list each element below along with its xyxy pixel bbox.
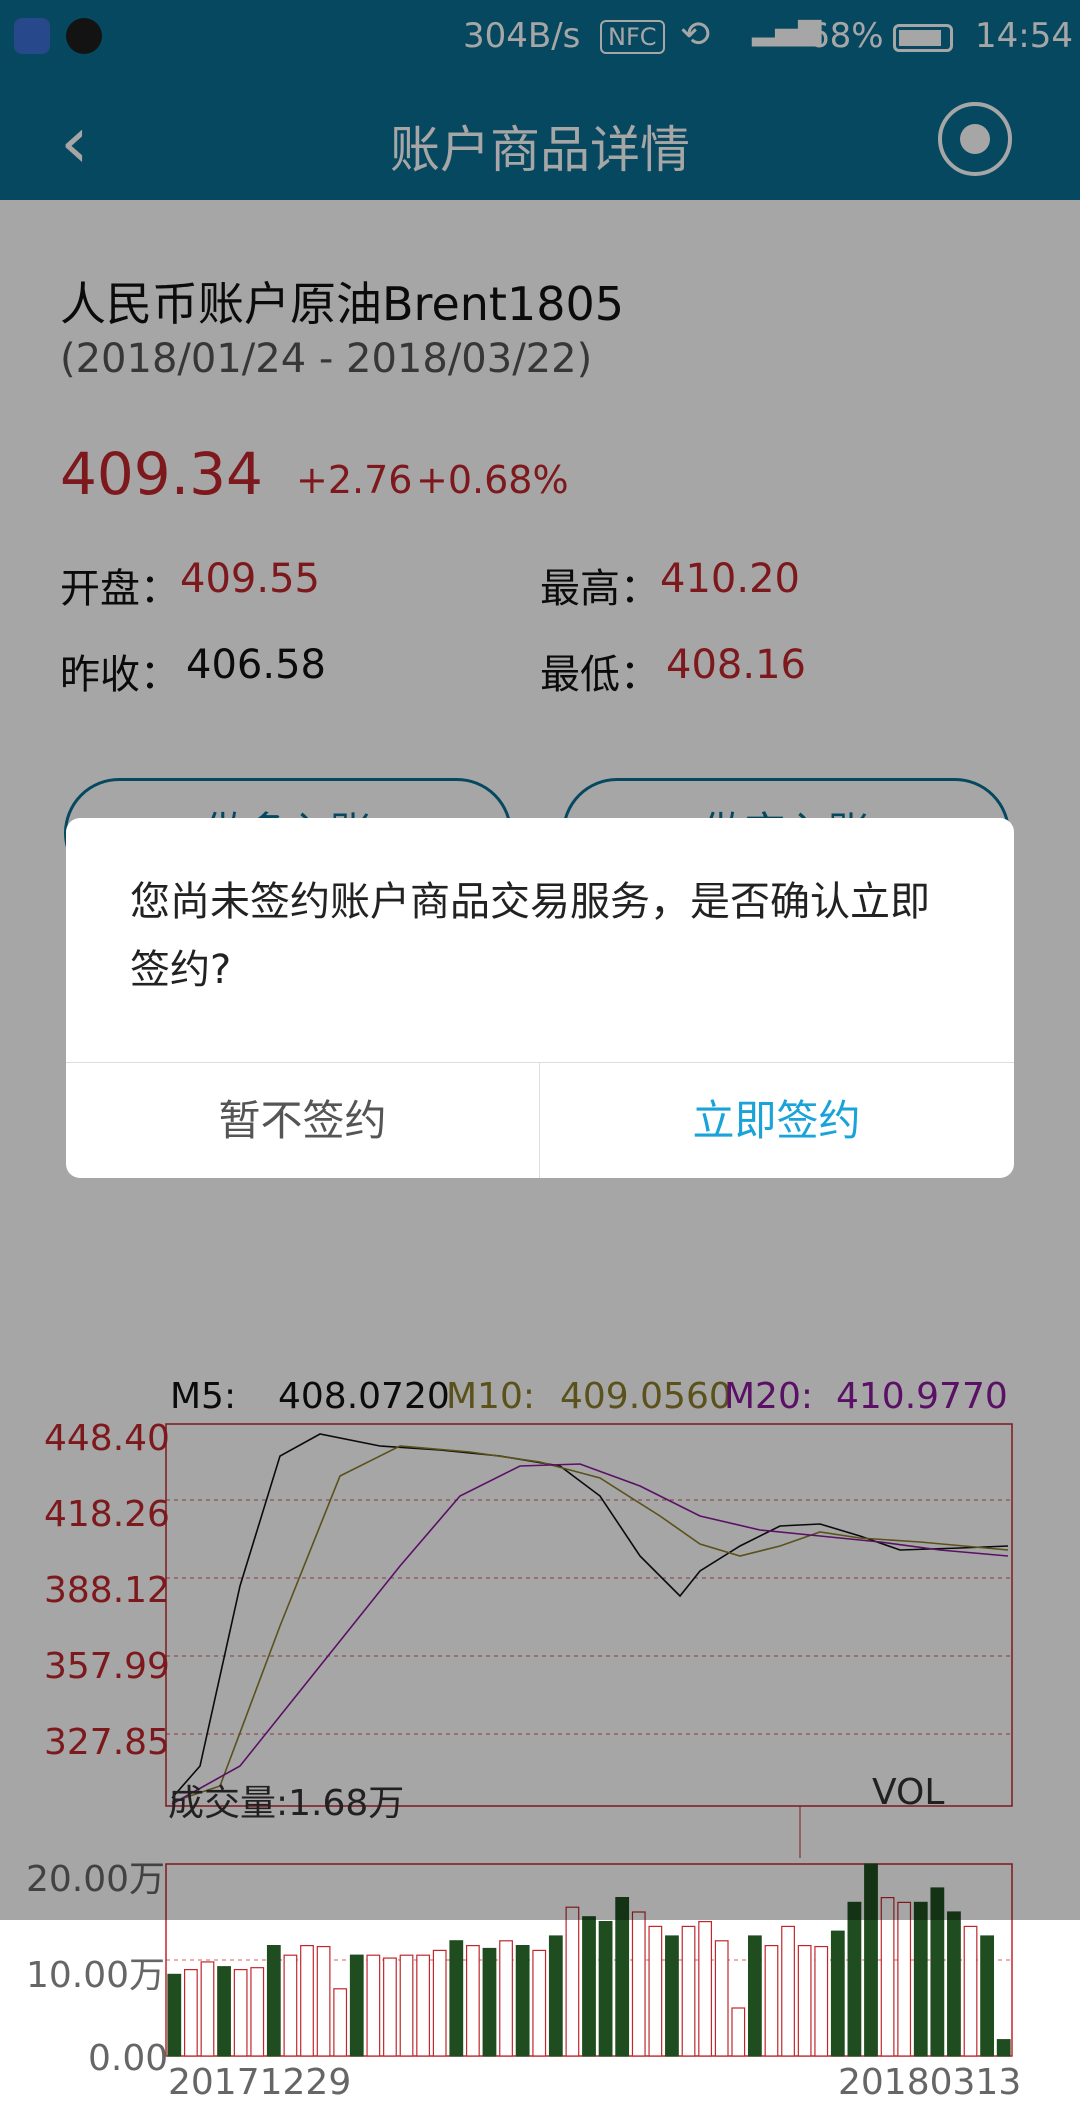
volume-bar	[980, 1935, 995, 2057]
volume-bar	[565, 1906, 580, 2057]
volume-bar	[432, 1949, 447, 2057]
sign-dialog: 您尚未签约账户商品交易服务，是否确认立即签约? 暂不签约 立即签约	[66, 818, 1014, 1178]
volume-bar	[300, 1944, 314, 2057]
dialog-message: 您尚未签约账户商品交易服务，是否确认立即签约?	[130, 879, 930, 993]
volume-bar	[233, 1968, 248, 2057]
volume-bar	[631, 1911, 646, 2057]
volume-bar	[532, 1949, 547, 2057]
volume-bar	[913, 1901, 928, 2057]
volume-bar	[316, 1945, 331, 2057]
volume-bar	[333, 1988, 348, 2057]
volume-bar	[830, 1930, 845, 2057]
volume-bar	[399, 1954, 414, 2057]
volume-bar	[598, 1920, 613, 2057]
volume-bar	[582, 1916, 596, 2057]
volume-bar	[548, 1935, 563, 2057]
volume-bar	[183, 1968, 198, 2057]
volume-bar	[714, 1940, 729, 2057]
volume-bar	[781, 1925, 795, 2057]
confirm-sign-button[interactable]: 立即签约	[540, 1063, 1013, 1178]
dialog-buttons: 暂不签约 立即签约	[66, 1062, 1014, 1178]
volume-bar	[349, 1954, 364, 2057]
x-label-end: 20180313	[838, 2062, 1022, 2103]
volume-bar	[764, 1944, 779, 2057]
volume-bar	[648, 1925, 663, 2057]
volume-bar	[814, 1945, 829, 2057]
volume-bar	[996, 2039, 1011, 2057]
volume-bar	[615, 1896, 630, 2057]
volume-bar	[847, 1901, 862, 2057]
volume-bar	[465, 1944, 480, 2057]
volume-bar	[698, 1920, 713, 2057]
volume-bar	[283, 1954, 298, 2057]
volume-bar	[963, 1925, 978, 2057]
volume-bar	[416, 1954, 431, 2057]
volume-bar	[947, 1911, 961, 2057]
vol-tick-label: 0.00	[88, 2038, 169, 2079]
volume-bar	[897, 1901, 912, 2057]
volume-bar	[681, 1925, 696, 2057]
cancel-button[interactable]: 暂不签约	[66, 1063, 540, 1178]
volume-bar	[499, 1940, 513, 2057]
volume-bar	[366, 1954, 381, 2057]
volume-bar	[665, 1935, 679, 2057]
volume-bar	[515, 1944, 530, 2057]
volume-bar	[250, 1967, 265, 2057]
x-label-start: 20171229	[168, 2062, 352, 2103]
volume-bar	[449, 1940, 464, 2057]
volume-bar	[797, 1944, 812, 2057]
volume-bar	[747, 1935, 762, 2057]
volume-bar	[266, 1944, 281, 2057]
volume-bar	[217, 1966, 231, 2057]
volume-bar	[880, 1896, 895, 2057]
volume-bar	[731, 2007, 746, 2057]
volume-bar	[383, 1957, 397, 2057]
vol-tick-label: 10.00万	[26, 1955, 166, 1996]
volume-bar	[482, 1947, 497, 2057]
volume-bar	[167, 1973, 182, 2057]
volume-bar	[200, 1961, 215, 2057]
